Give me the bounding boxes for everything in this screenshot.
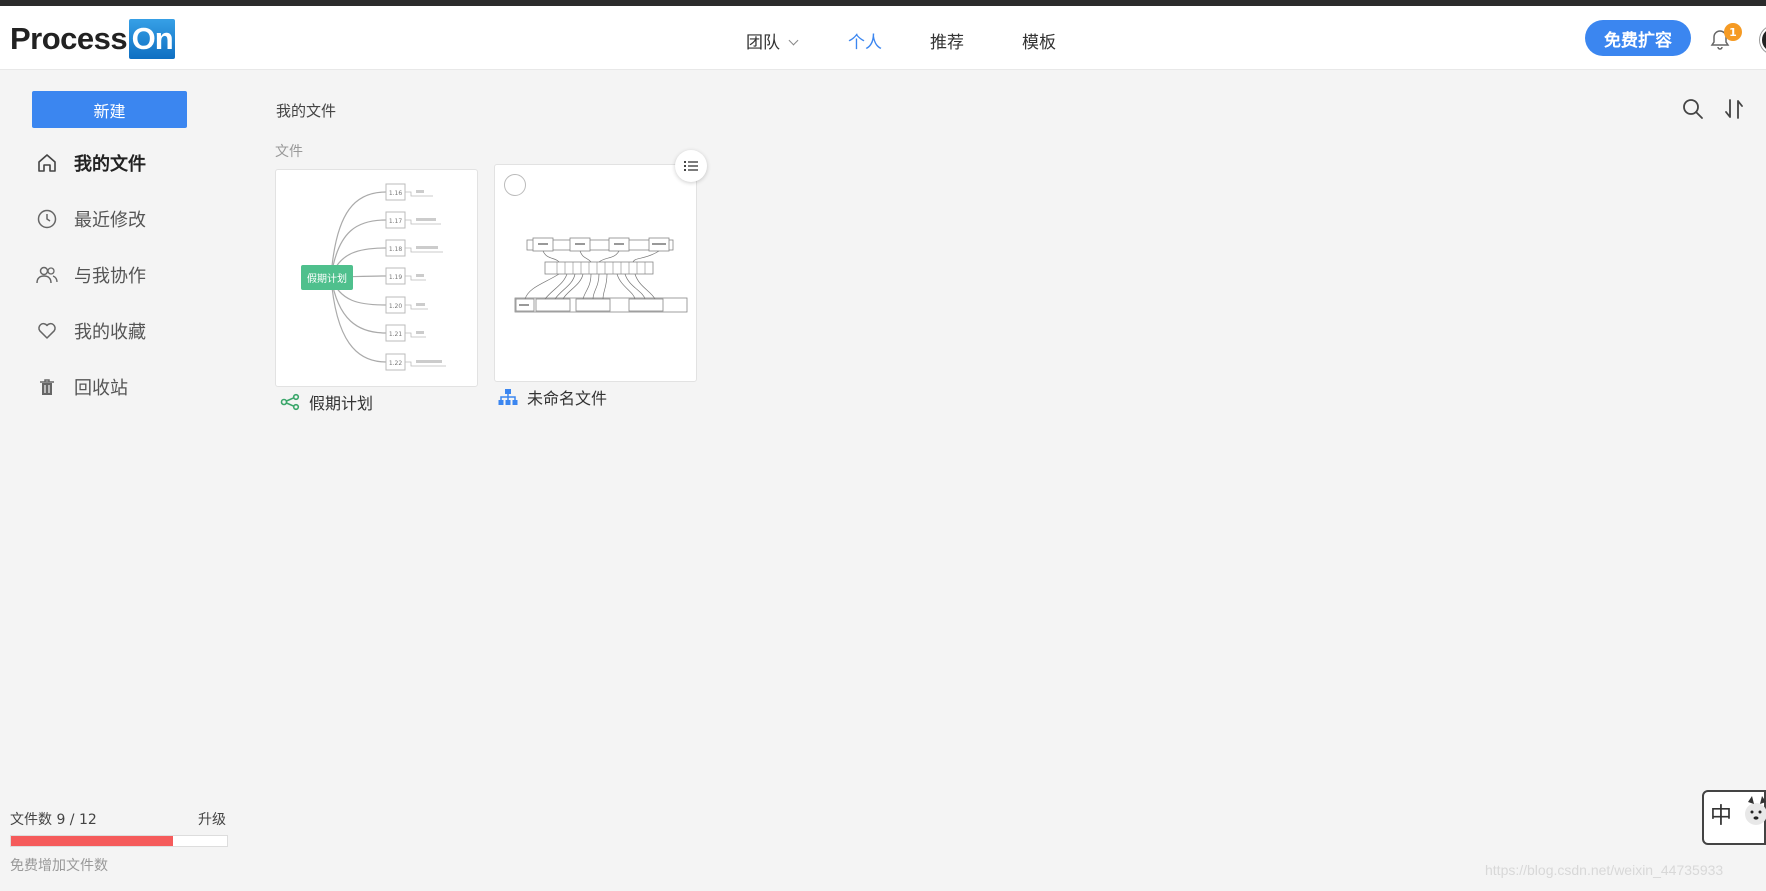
home-icon bbox=[36, 152, 58, 174]
search-icon[interactable] bbox=[1681, 97, 1705, 121]
new-button[interactable]: 新建 bbox=[32, 91, 187, 128]
free-upgrade-button[interactable]: 免费扩容 bbox=[1585, 20, 1691, 56]
mindmap-node-label: 1.21 bbox=[389, 331, 403, 338]
sort-icon[interactable] bbox=[1722, 97, 1746, 121]
sidebar-item-recent[interactable]: 最近修改 bbox=[36, 204, 146, 234]
nav-team-label: 团队 bbox=[746, 33, 780, 53]
sidebar-item-label: 我的收藏 bbox=[74, 322, 146, 343]
mindmap-preview: 假期计划 1.16 1.17 1.18 1.19 1.20 1.21 1.22 bbox=[301, 183, 446, 371]
sidebar-item-trash[interactable]: 回收站 bbox=[36, 372, 128, 402]
mindmap-node-label: 1.22 bbox=[389, 360, 403, 367]
select-checkbox[interactable] bbox=[504, 174, 526, 196]
sidebar-item-label: 回收站 bbox=[74, 378, 128, 399]
mindmap-node-label: 1.19 bbox=[389, 274, 403, 281]
nav-templates[interactable]: 模板 bbox=[1022, 28, 1056, 53]
users-icon bbox=[36, 264, 58, 286]
notification-badge: 1 bbox=[1724, 23, 1742, 41]
nav-recommend[interactable]: 推荐 bbox=[930, 28, 964, 53]
chevron-down-icon bbox=[788, 35, 799, 46]
mindmap-node-label: 1.16 bbox=[389, 190, 403, 197]
logo-badge: On bbox=[129, 19, 176, 59]
sidebar-item-my-files[interactable]: 我的文件 bbox=[36, 148, 146, 178]
nav-team[interactable]: 团队 bbox=[746, 28, 799, 53]
sidebar-item-label: 与我协作 bbox=[74, 266, 146, 287]
sidebar-item-shared[interactable]: 与我协作 bbox=[36, 260, 146, 290]
card-menu-button[interactable] bbox=[675, 150, 707, 182]
file-card-title[interactable]: 未命名文件 bbox=[498, 385, 607, 409]
nav-personal[interactable]: 个人 bbox=[848, 28, 882, 53]
list-icon bbox=[684, 161, 698, 171]
mindmap-node-label: 1.20 bbox=[389, 303, 403, 310]
sidebar-item-label: 我的文件 bbox=[74, 154, 146, 175]
mascot-icon bbox=[1745, 796, 1766, 825]
logo-text: Process bbox=[10, 21, 128, 56]
mindmap-root-label: 假期计划 bbox=[307, 272, 347, 285]
quota-progress-bar bbox=[10, 835, 228, 847]
heart-icon bbox=[36, 320, 58, 342]
mindmap-node-label: 1.18 bbox=[389, 246, 403, 253]
file-card-untitled[interactable] bbox=[494, 164, 697, 382]
section-label: 文件 bbox=[275, 144, 303, 160]
upgrade-link[interactable]: 升级 bbox=[198, 809, 226, 829]
breadcrumb[interactable]: 我的文件 bbox=[276, 100, 336, 121]
mindmap-node-label: 1.17 bbox=[389, 218, 403, 225]
file-card-title[interactable]: 假期计划 bbox=[280, 390, 373, 414]
file-count-label: 文件数 9 / 12 bbox=[10, 812, 97, 828]
processon-logo[interactable]: Process On bbox=[10, 18, 176, 60]
file-name: 未命名文件 bbox=[527, 389, 608, 408]
flowchart-preview bbox=[514, 237, 688, 313]
watermark: https://blog.csdn.net/weixin_44735933 bbox=[1485, 862, 1724, 878]
trash-icon bbox=[36, 376, 58, 398]
increase-quota-link[interactable]: 免费增加文件数 bbox=[10, 855, 108, 875]
header: Process On 团队 个人 推荐 模板 免费扩容 1 bbox=[0, 6, 1766, 70]
avatar[interactable] bbox=[1760, 26, 1766, 54]
ime-toolbar[interactable]: 中 bbox=[1702, 790, 1766, 845]
clock-icon bbox=[36, 208, 58, 230]
org-chart-icon bbox=[498, 389, 518, 405]
file-name: 假期计划 bbox=[309, 394, 374, 413]
mindmap-icon bbox=[280, 393, 300, 411]
quota-progress-fill bbox=[11, 836, 173, 846]
sidebar-item-label: 最近修改 bbox=[74, 210, 146, 231]
file-card-holiday-plan[interactable]: 假期计划 1.16 1.17 1.18 1.19 1.20 1.21 1.22 bbox=[275, 169, 478, 387]
ime-mode-label: 中 bbox=[1710, 804, 1733, 829]
sidebar-item-favorites[interactable]: 我的收藏 bbox=[36, 316, 146, 346]
